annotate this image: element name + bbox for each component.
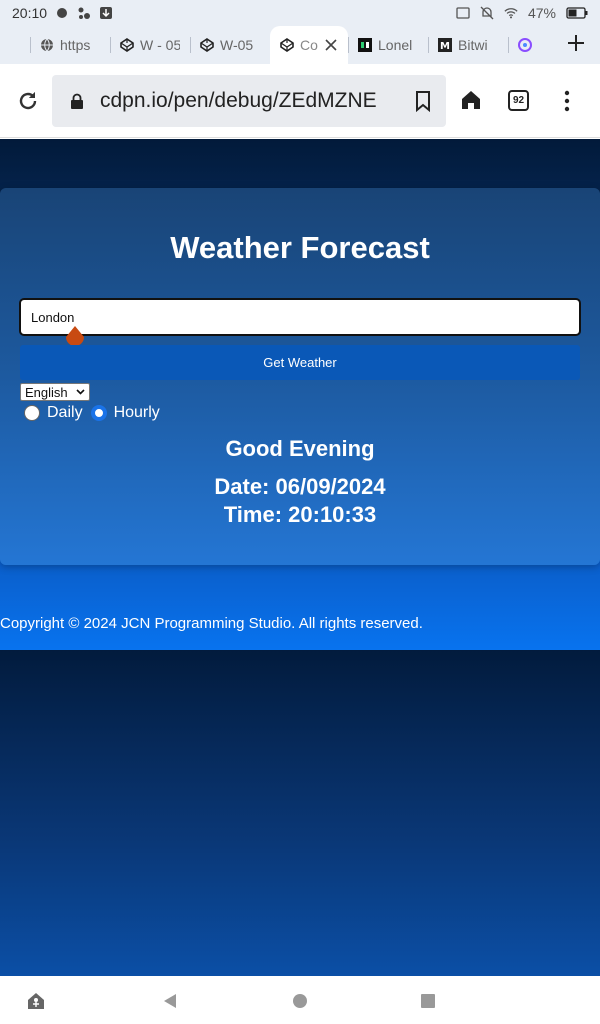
footer-copyright: Copyright © 2024 JCN Programming Studio.… xyxy=(0,615,423,632)
system-nav-bar xyxy=(0,976,600,1024)
back-icon[interactable] xyxy=(161,991,181,1011)
more-menu-icon[interactable] xyxy=(560,89,574,113)
greeting-text: Good Evening xyxy=(225,436,375,461)
tab-label: Bitwi xyxy=(458,37,488,53)
weather-card: Weather Forecast Get Weather English Dai… xyxy=(0,188,600,565)
tab-w05-2[interactable]: W-05 xyxy=(190,29,270,61)
recents-icon[interactable] xyxy=(418,991,438,1011)
battery-percent: 47% xyxy=(527,5,556,21)
page-background xyxy=(0,650,600,976)
city-input[interactable] xyxy=(19,298,581,336)
tab-label: Lonel xyxy=(378,37,413,53)
new-tab-icon[interactable] xyxy=(564,31,588,55)
tab-https[interactable]: https xyxy=(30,29,110,61)
codepen-icon xyxy=(280,38,294,52)
accessibility-home-icon[interactable] xyxy=(26,991,46,1011)
url-text: cdpn.io/pen/debug/ZEdMZNE xyxy=(100,89,377,112)
svg-text:M: M xyxy=(440,41,450,52)
home-circle-icon[interactable] xyxy=(290,991,310,1011)
ai-icon xyxy=(518,38,532,52)
wifi-icon xyxy=(504,8,518,19)
status-time: 20:10 xyxy=(12,5,48,21)
status-bar: 20:10 47% xyxy=(0,0,600,26)
tab-lonel[interactable]: Lonel xyxy=(348,29,428,61)
battery-icon xyxy=(566,7,588,19)
get-weather-button[interactable]: Get Weather xyxy=(20,345,580,380)
tab-w05-1[interactable]: W - 05 xyxy=(110,29,190,61)
share-nodes-icon xyxy=(78,7,91,19)
time-text: Time: 20:10:33 xyxy=(223,502,377,527)
hourly-label: Hourly xyxy=(113,404,160,421)
daily-label: Daily xyxy=(47,404,83,421)
tab-strip: https W - 05 W-05 Co Lonel M Bitwi P xyxy=(0,26,600,64)
app-icon xyxy=(358,38,372,52)
tab-p[interactable]: P xyxy=(508,29,548,61)
tab-label: Co xyxy=(300,37,318,53)
globe-icon xyxy=(41,38,53,52)
reload-icon[interactable] xyxy=(16,89,40,113)
download-icon xyxy=(100,7,113,19)
codepen-icon xyxy=(120,38,134,52)
bookmark-icon[interactable] xyxy=(414,90,432,112)
hourly-radio[interactable] xyxy=(90,405,107,421)
forecast-mode-group: Daily Hourly xyxy=(24,404,168,422)
chat-bubble-icon xyxy=(57,8,68,18)
close-icon[interactable] xyxy=(324,38,338,52)
tab-count-button[interactable]: 92 xyxy=(508,90,529,111)
tab-label: W-05 xyxy=(220,37,254,53)
tab-active[interactable]: Co xyxy=(270,26,348,64)
chevron-down-icon xyxy=(76,389,85,395)
tab-label: W - 05 xyxy=(140,37,180,53)
app-title: Weather Forecast xyxy=(170,230,430,265)
mute-icon xyxy=(480,6,494,20)
web-page: Weather Forecast Get Weather English Dai… xyxy=(0,139,600,976)
codepen-icon xyxy=(200,38,214,52)
date-text: Date: 06/09/2024 xyxy=(214,474,386,499)
url-bar[interactable]: cdpn.io/pen/debug/ZEdMZNE xyxy=(52,75,446,127)
language-select-value: English xyxy=(25,384,68,400)
tab-bitwi[interactable]: M Bitwi xyxy=(428,29,508,61)
language-select[interactable]: English xyxy=(20,383,90,401)
home-icon[interactable] xyxy=(459,88,483,112)
daily-radio[interactable] xyxy=(24,405,40,421)
lock-icon[interactable] xyxy=(70,93,84,109)
cast-icon xyxy=(456,7,470,19)
tab-label: https xyxy=(60,37,91,53)
medium-icon: M xyxy=(438,38,452,52)
